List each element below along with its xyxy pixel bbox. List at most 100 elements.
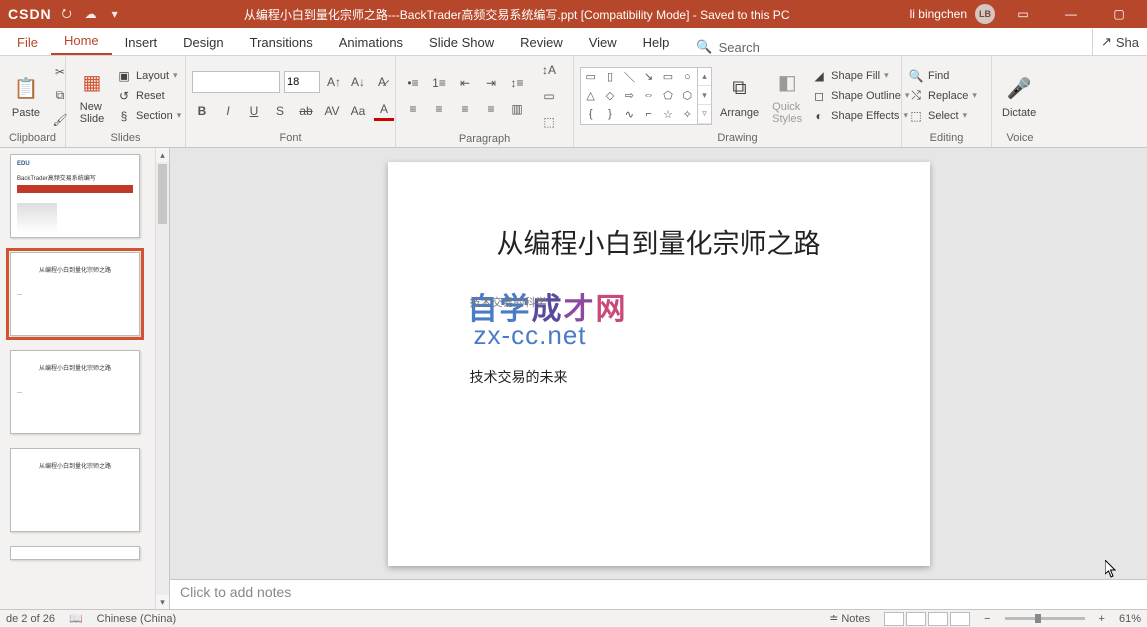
strikethrough-button[interactable]: ab (296, 101, 316, 121)
slide-subtitle[interactable]: 技术交易的未来 (470, 367, 568, 387)
italic-button[interactable]: I (218, 101, 238, 121)
language-indicator[interactable]: Chinese (China) (97, 613, 176, 625)
sorter-view-button[interactable] (906, 612, 926, 626)
shape-arrow-line-icon[interactable]: ↘ (639, 68, 658, 87)
reading-view-button[interactable] (928, 612, 948, 626)
qat-dropdown-icon[interactable]: ▾ (106, 5, 124, 23)
smartart-button[interactable]: ⬚ (538, 111, 560, 133)
numbering-button[interactable]: 1≡ (428, 72, 450, 94)
shadow-button[interactable]: S (270, 101, 290, 121)
user-avatar[interactable]: LB (975, 4, 995, 24)
shapes-gallery-scroll[interactable]: ▴▾▿ (698, 67, 712, 125)
slide-thumbnail-3[interactable]: 从编程小白到量化宗师之路 — (10, 350, 140, 434)
shape-triangle-icon[interactable]: △ (581, 86, 600, 105)
zoom-out-button[interactable]: − (984, 613, 990, 625)
save-icon[interactable]: ☁ (82, 5, 100, 23)
zoom-slider[interactable] (1005, 617, 1085, 620)
shape-star-icon[interactable]: ☆ (658, 105, 677, 124)
columns-button[interactable]: ▥ (506, 98, 528, 120)
text-direction-button[interactable]: ↕A (538, 59, 560, 81)
replace-button[interactable]: ⤭Replace (908, 88, 977, 104)
tab-transitions[interactable]: Transitions (237, 30, 326, 55)
ribbon-display-options-icon[interactable]: ▭ (1003, 0, 1043, 28)
font-color-button[interactable]: A (374, 101, 394, 121)
notes-pane[interactable]: Click to add notes (170, 579, 1147, 609)
scroll-down-icon[interactable]: ▾ (156, 595, 169, 609)
slideshow-view-button[interactable] (950, 612, 970, 626)
paste-button[interactable]: 📋 Paste (6, 71, 46, 121)
shape-fill-button[interactable]: ◢Shape Fill (811, 68, 909, 84)
underline-button[interactable]: U (244, 101, 264, 121)
decrease-font-button[interactable]: A↓ (348, 72, 368, 92)
shape-rbrace-icon[interactable]: } (600, 105, 619, 124)
find-button[interactable]: 🔍Find (908, 68, 977, 84)
shape-effects-button[interactable]: ◐Shape Effects (811, 108, 909, 124)
section-button[interactable]: §Section (116, 108, 181, 124)
line-spacing-button[interactable]: ↕≡ (506, 72, 528, 94)
increase-font-button[interactable]: A↑ (324, 72, 344, 92)
scroll-up-icon[interactable]: ▴ (156, 148, 169, 162)
tab-help[interactable]: Help (630, 30, 683, 55)
slide-thumbnail-2[interactable]: 从编程小白到量化宗师之路 — (10, 252, 140, 336)
shape-callout-icon[interactable]: ✧ (678, 105, 697, 124)
search-label[interactable]: Search (719, 40, 760, 55)
shape-oval-icon[interactable]: ○ (678, 68, 697, 87)
align-center-button[interactable]: ≡ (428, 98, 450, 120)
shape-textbox-icon[interactable]: ▭ (581, 68, 600, 87)
layout-button[interactable]: ▣Layout (116, 68, 181, 84)
autosave-icon[interactable]: ⭮ (58, 5, 76, 23)
slide-title[interactable]: 从编程小白到量化宗师之路 (388, 222, 930, 261)
shape-outline-button[interactable]: ◻Shape Outline (811, 88, 909, 104)
tab-home[interactable]: Home (51, 28, 112, 55)
decrease-indent-button[interactable]: ⇤ (454, 72, 476, 94)
tab-slideshow[interactable]: Slide Show (416, 30, 507, 55)
notes-toggle[interactable]: ≐ Notes (829, 612, 870, 625)
zoom-level[interactable]: 61% (1119, 613, 1141, 625)
shape-rect-icon[interactable]: ▭ (658, 68, 677, 87)
maximize-button[interactable]: ▢ (1099, 0, 1139, 28)
scrollbar-handle[interactable] (158, 164, 167, 224)
shape-connector-icon[interactable]: ⌐ (639, 105, 658, 124)
tab-design[interactable]: Design (170, 30, 236, 55)
clear-formatting-button[interactable]: A̷ (372, 72, 392, 92)
shape-lbrace-icon[interactable]: { (581, 105, 600, 124)
reset-button[interactable]: ↺Reset (116, 88, 181, 104)
font-family-select[interactable] (192, 71, 280, 93)
increase-indent-button[interactable]: ⇥ (480, 72, 502, 94)
bold-button[interactable]: B (192, 101, 212, 121)
new-slide-button[interactable]: ▦ New Slide (72, 65, 112, 127)
slide-thumbnail-4[interactable]: 从编程小白到量化宗师之路 (10, 448, 140, 532)
align-left-button[interactable]: ≡ (402, 98, 424, 120)
spellcheck-icon[interactable]: 📖 (69, 612, 83, 625)
slide-counter[interactable]: de 2 of 26 (6, 613, 55, 625)
shapes-gallery[interactable]: ▭▯＼↘▭○ △◇⇨⇔⬠⬡ {}∿⌐☆✧ (580, 67, 698, 125)
search-icon[interactable]: 🔍 (696, 39, 712, 55)
quick-styles-button[interactable]: ◧ Quick Styles (767, 65, 807, 127)
char-spacing-button[interactable]: AV (322, 101, 342, 121)
select-button[interactable]: ⬚Select (908, 108, 977, 124)
tab-review[interactable]: Review (507, 30, 576, 55)
shape-arrow-icon[interactable]: ⇨ (620, 86, 639, 105)
normal-view-button[interactable] (884, 612, 904, 626)
slide-canvas[interactable]: 从编程小白到量化宗师之路 自学成才网 技术交易的科学 zx-cc.net 技术交… (388, 162, 930, 566)
zoom-in-button[interactable]: + (1099, 613, 1105, 625)
arrange-button[interactable]: ⧉ Arrange (716, 71, 763, 121)
bullets-button[interactable]: •≡ (402, 72, 424, 94)
tab-view[interactable]: View (576, 30, 630, 55)
dictate-button[interactable]: 🎤 Dictate (998, 71, 1040, 121)
change-case-button[interactable]: Aa (348, 101, 368, 121)
shape-curve-icon[interactable]: ∿ (620, 105, 639, 124)
align-right-button[interactable]: ≡ (454, 98, 476, 120)
shape-line-icon[interactable]: ＼ (620, 68, 639, 87)
align-text-button[interactable]: ▭ (538, 85, 560, 107)
shape-hex-icon[interactable]: ⬡ (678, 86, 697, 105)
share-button[interactable]: ↗ Sha (1092, 29, 1147, 55)
tab-insert[interactable]: Insert (112, 30, 171, 55)
slide-subtitle-faded[interactable]: 技术交易的科学 (470, 294, 547, 310)
font-size-select[interactable] (284, 71, 320, 93)
thumbnail-scrollbar[interactable]: ▴ ▾ (155, 148, 169, 609)
shape-pentagon-icon[interactable]: ⬠ (658, 86, 677, 105)
justify-button[interactable]: ≡ (480, 98, 502, 120)
slide-thumbnail-1[interactable]: EDU BackTrader高频交易系统编写 (10, 154, 140, 238)
slide-thumbnail-5[interactable] (10, 546, 140, 560)
